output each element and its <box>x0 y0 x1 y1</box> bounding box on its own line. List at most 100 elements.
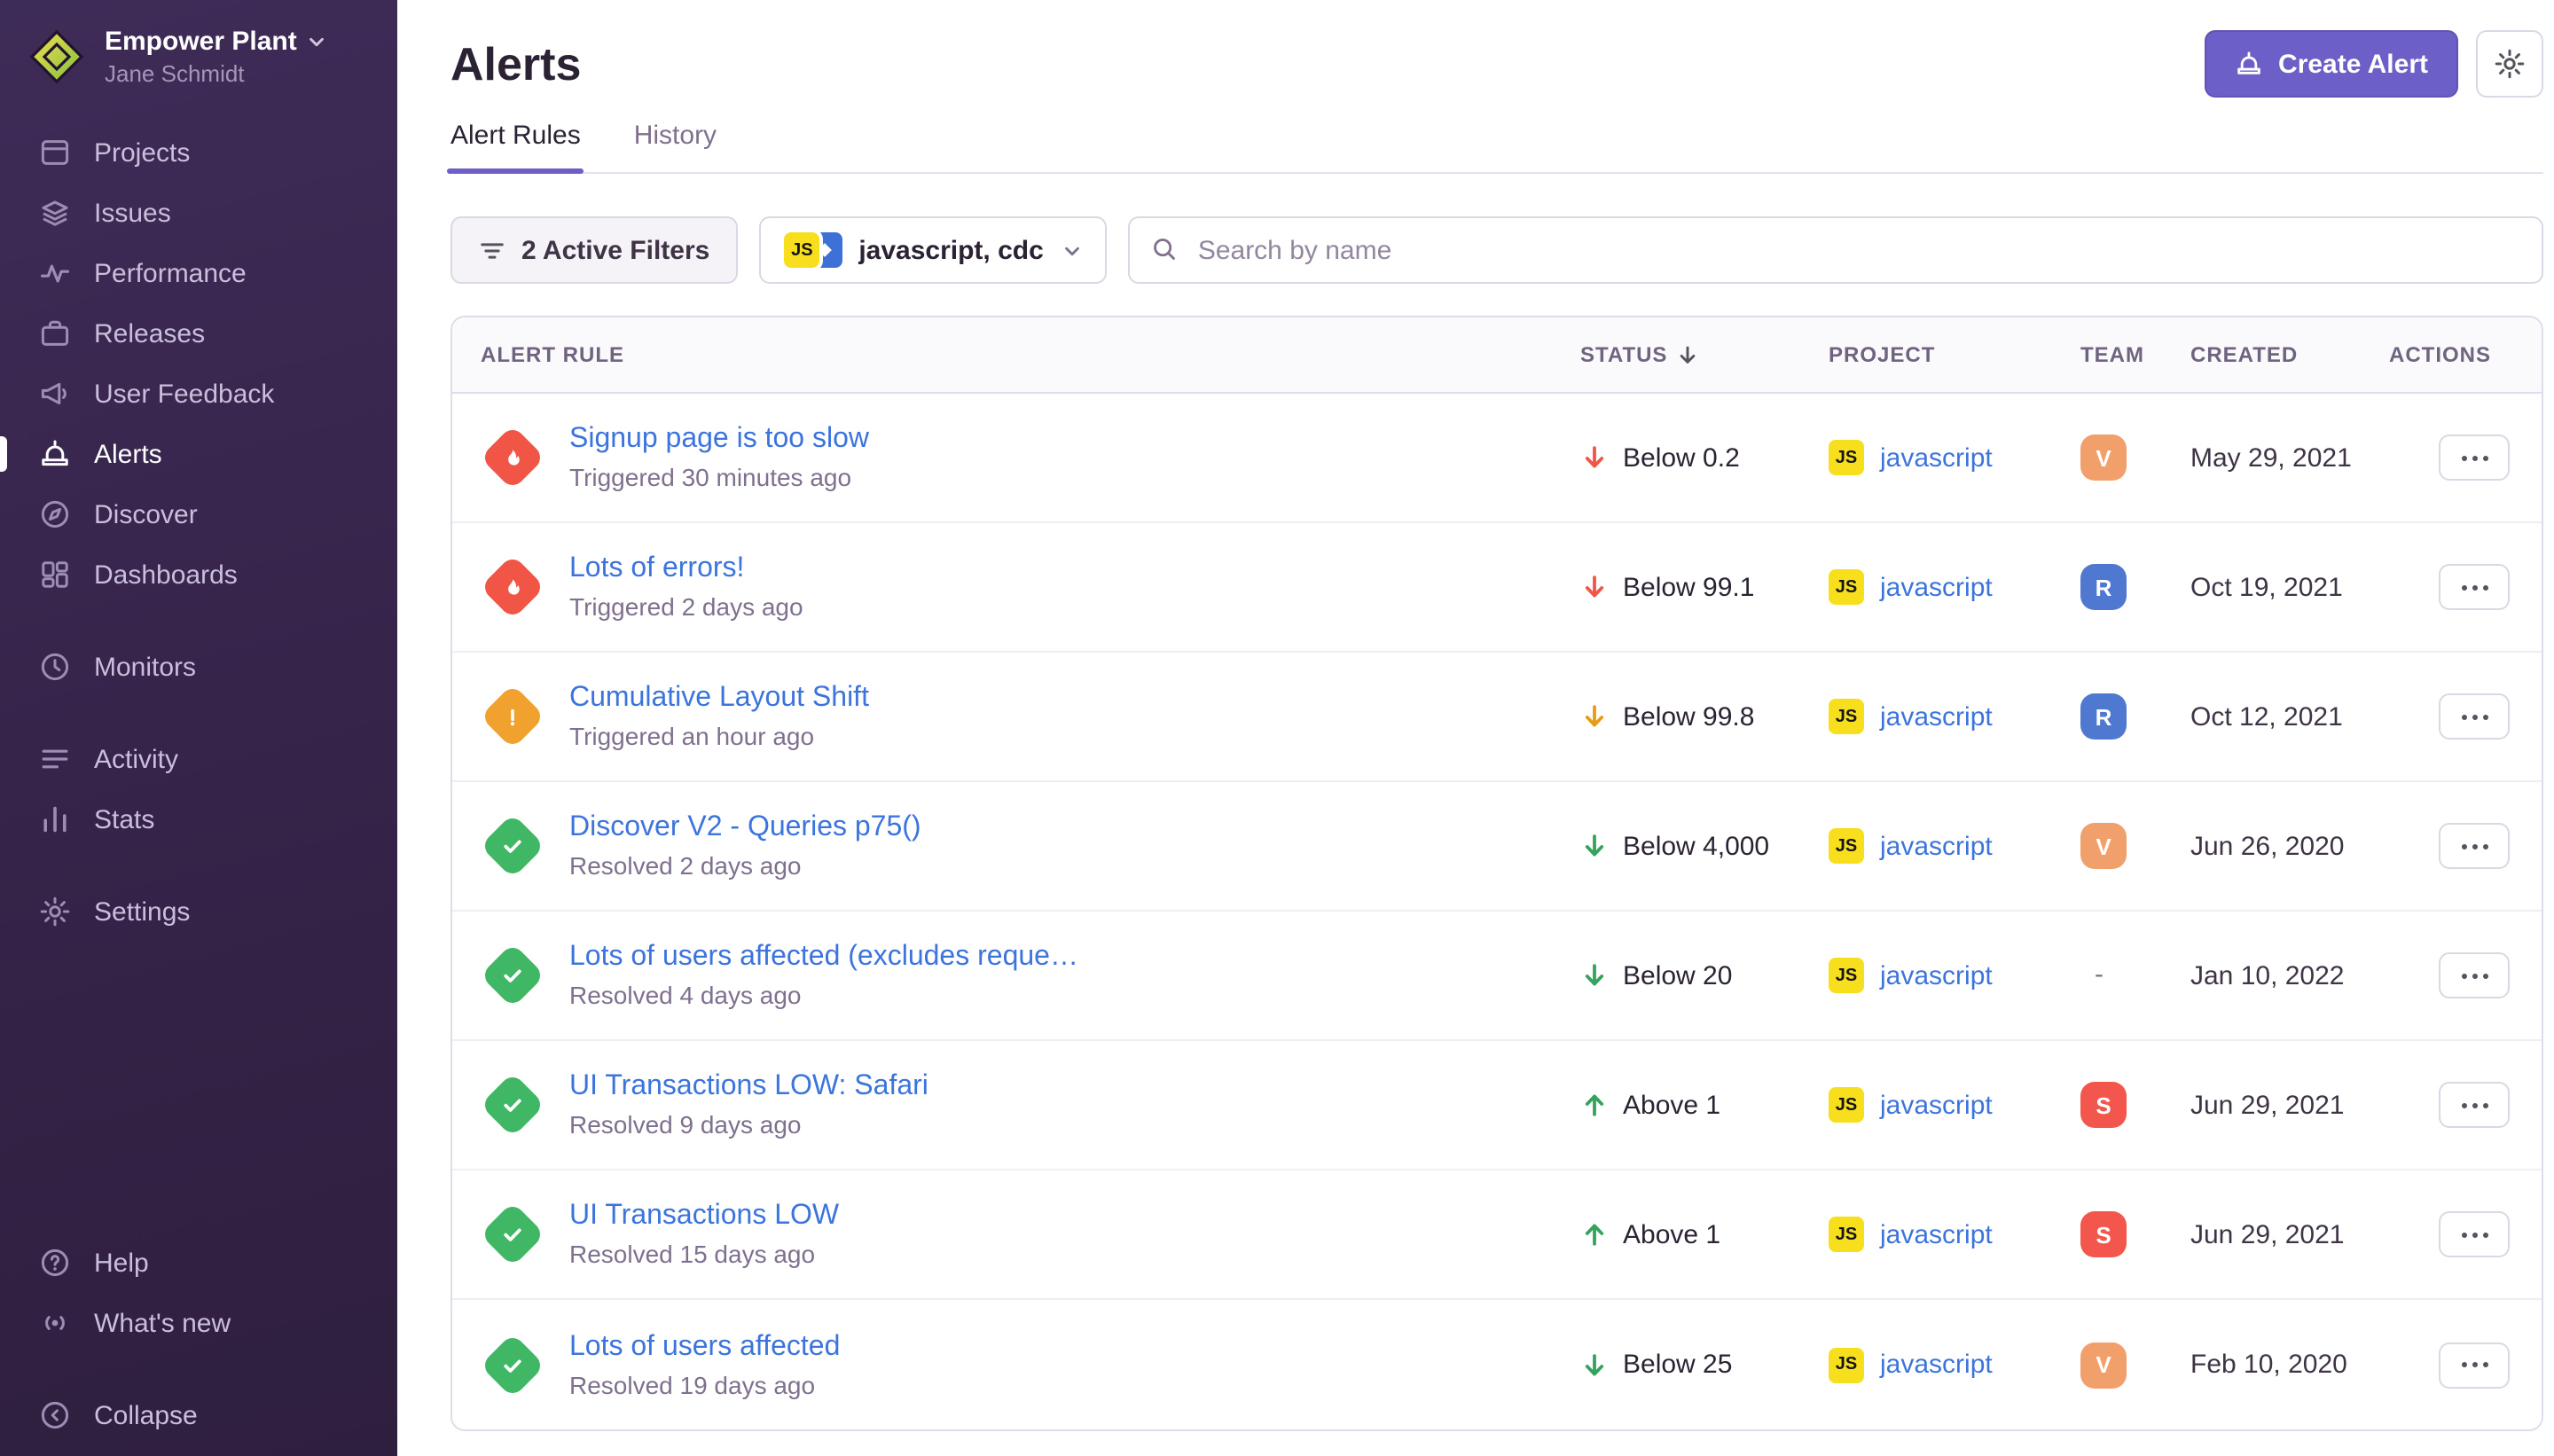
sidebar-item-activity[interactable]: Activity <box>0 729 397 789</box>
row-actions-button[interactable] <box>2439 1211 2510 1257</box>
sidebar-item-dashboards[interactable]: Dashboards <box>0 544 397 605</box>
table-row: UI Transactions LOWResolved 15 days agoA… <box>452 1170 2542 1300</box>
row-actions-button[interactable] <box>2439 1342 2510 1388</box>
row-actions-button[interactable] <box>2439 952 2510 998</box>
alert-rule-link[interactable]: Discover V2 - Queries p75() <box>569 812 921 844</box>
project-cell: JS javascript <box>1829 569 2080 605</box>
alert-rule-link[interactable]: Signup page is too slow <box>569 424 869 456</box>
sidebar-item-projects[interactable]: Projects <box>0 122 397 183</box>
active-filters-button[interactable]: 2 Active Filters <box>450 216 738 284</box>
resolved-status-icon <box>480 1332 545 1397</box>
alert-rule-link[interactable]: UI Transactions LOW: Safari <box>569 1071 928 1103</box>
row-actions-button[interactable] <box>2439 693 2510 740</box>
sidebar-nav-group: Projects IssuesPerformance Releases User Fe… <box>0 122 397 605</box>
alert-rule-link[interactable]: Cumulative Layout Shift <box>569 683 869 715</box>
row-actions-button[interactable] <box>2439 823 2510 869</box>
sidebar-footer: HelpWhat's new Collapse <box>0 1233 397 1456</box>
tab-history[interactable]: History <box>634 121 717 172</box>
alert-rule-link[interactable]: UI Transactions LOW <box>569 1201 839 1233</box>
team-cell: V <box>2080 1342 2190 1388</box>
sidebar-item-discover[interactable]: Discover <box>0 484 397 544</box>
ellipsis-icon <box>2461 843 2466 849</box>
actions-cell <box>2389 823 2513 869</box>
search-input[interactable] <box>1129 216 2543 284</box>
row-actions-button[interactable] <box>2439 564 2510 610</box>
col-status[interactable]: Status <box>1580 342 1829 367</box>
sidebar-item-collapse[interactable]: Collapse <box>0 1385 397 1445</box>
created-date: Jan 10, 2022 <box>2190 960 2389 990</box>
status-threshold: Below 99.8 <box>1623 701 1754 732</box>
col-alert-rule[interactable]: Alert Rule <box>481 342 1580 367</box>
project-link[interactable]: javascript <box>1880 1350 1993 1380</box>
alert-rule-cell: UI Transactions LOW: SafariResolved 9 da… <box>481 1071 1580 1139</box>
search-icon <box>1152 236 1179 262</box>
project-cell: JSjavascript <box>1829 440 2080 475</box>
project-link[interactable]: javascript <box>1880 572 1993 602</box>
col-team[interactable]: Team <box>2080 342 2190 367</box>
col-project[interactable]: Project <box>1829 342 2080 367</box>
team-empty: - <box>2080 959 2104 990</box>
row-actions-button[interactable] <box>2439 1082 2510 1128</box>
sidebar-item-label: Releases <box>94 318 205 348</box>
table-row: Cumulative Layout ShiftTriggered an hour… <box>452 653 2542 782</box>
project-link[interactable]: javascript <box>1880 1219 1993 1249</box>
create-alert-button[interactable]: Create Alert <box>2204 30 2458 98</box>
tab-alert-rules[interactable]: Alert Rules <box>450 121 581 172</box>
warning-status-icon <box>480 684 545 749</box>
sidebar-item-releases[interactable]: Releases <box>0 303 397 364</box>
sidebar-nav: Projects IssuesPerformance Releases User Fe… <box>0 122 397 942</box>
status-threshold: Below 20 <box>1623 960 1732 990</box>
project-cell: JSjavascript <box>1829 699 2080 734</box>
team-cell: V <box>2080 434 2190 481</box>
javascript-platform-icon: JS <box>1829 958 1864 993</box>
row-actions-button[interactable] <box>2439 434 2510 481</box>
sidebar-item-label: Projects <box>94 137 190 168</box>
settings-button[interactable] <box>2476 30 2543 98</box>
alert-rule-link[interactable]: Lots of users affected <box>569 1331 840 1363</box>
javascript-platform-icon: JS <box>1829 1087 1864 1123</box>
sidebar-item-monitors[interactable]: Monitors <box>0 637 397 697</box>
whats-new-icon <box>39 1307 71 1339</box>
team-cell: - <box>2080 959 2190 991</box>
team-cell: R <box>2080 564 2190 610</box>
user-name: Jane Schmidt <box>105 60 327 87</box>
created-date: Jun 26, 2020 <box>2190 831 2389 861</box>
sidebar-item-performance[interactable]: Performance <box>0 243 397 303</box>
sidebar-item-issues[interactable]: Issues <box>0 183 397 243</box>
team-avatar: R <box>2080 693 2127 740</box>
status-cell: Below 99.8 <box>1580 701 1829 732</box>
project-link[interactable]: javascript <box>1880 960 1993 990</box>
alert-rule-link[interactable]: Lots of errors! <box>569 553 803 585</box>
monitors-icon <box>39 651 71 683</box>
status-cell: Below 20 <box>1580 960 1829 990</box>
critical-status-icon <box>480 425 545 490</box>
filter-icon <box>479 237 505 263</box>
project-link[interactable]: javascript <box>1880 831 1993 861</box>
team-cell: V <box>2080 823 2190 869</box>
sidebar-item-alerts[interactable]: Alerts <box>0 424 397 484</box>
projects-icon <box>39 137 71 168</box>
critical-status-icon <box>480 554 545 620</box>
project-link[interactable]: javascript <box>1880 701 1993 732</box>
project-filter-dropdown[interactable]: JS javascript, cdc <box>759 216 1107 284</box>
sidebar-item-user-feedback[interactable]: User Feedback <box>0 364 397 424</box>
actions-cell <box>2389 564 2513 610</box>
project-link[interactable]: javascript <box>1880 1090 1993 1120</box>
resolved-status-icon <box>480 1072 545 1138</box>
sidebar-item-help[interactable]: Help <box>0 1233 397 1293</box>
col-created[interactable]: Created <box>2190 342 2389 367</box>
project-link[interactable]: javascript <box>1880 442 1993 473</box>
javascript-platform-icon: JS <box>1829 569 1864 605</box>
sidebar-item-stats[interactable]: Stats <box>0 789 397 849</box>
alert-rule-link[interactable]: Lots of users affected (excludes reque… <box>569 942 1078 974</box>
sidebar-item-what-s-new[interactable]: What's new <box>0 1293 397 1353</box>
javascript-platform-icon: JS <box>1829 828 1864 864</box>
ellipsis-icon <box>2461 1362 2466 1367</box>
org-switcher[interactable]: Empower Plant Jane Schmidt <box>0 0 397 94</box>
created-date: Feb 10, 2020 <box>2190 1350 2389 1380</box>
sidebar-item-settings[interactable]: Settings <box>0 881 397 942</box>
table-row: Lots of errors!Triggered 2 days agoBelow… <box>452 523 2542 653</box>
project-cell: JSjavascript <box>1829 1217 2080 1252</box>
project-badges: JS <box>784 232 842 268</box>
status-cell: Below 25 <box>1580 1350 1829 1380</box>
